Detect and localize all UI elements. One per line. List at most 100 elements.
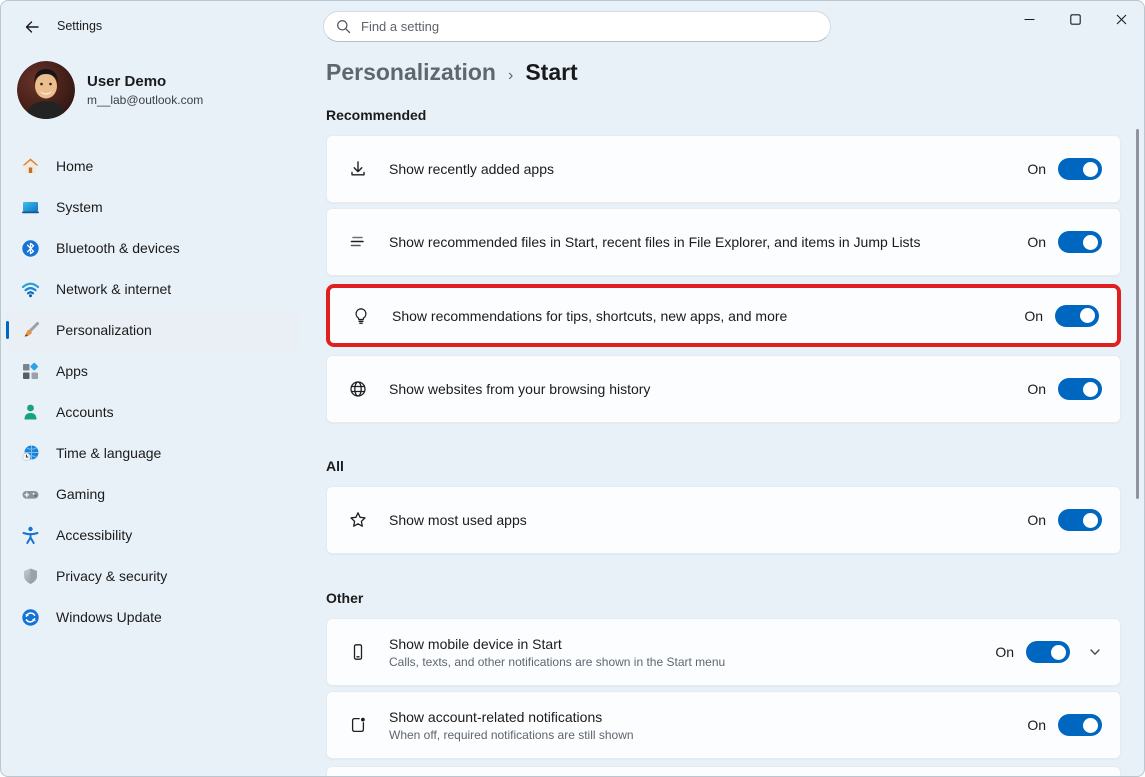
accounts-icon xyxy=(20,402,40,422)
toggle-state-label: On xyxy=(1027,381,1046,397)
back-button[interactable] xyxy=(17,15,47,39)
sidebar-item-label: Windows Update xyxy=(56,609,162,625)
bluetooth-icon xyxy=(20,238,40,258)
setting-row-websites-browsing-history: Show websites from your browsing history… xyxy=(326,355,1121,423)
setting-label: Show recommendations for tips, shortcuts… xyxy=(392,308,787,324)
setting-row-mobile-device: Show mobile device in Start Calls, texts… xyxy=(326,618,1121,686)
user-account-block[interactable]: User Demo m__lab@outlook.com xyxy=(17,61,203,119)
recommended-files-icon xyxy=(327,232,389,252)
apps-icon xyxy=(20,361,40,381)
toggle-state-label: On xyxy=(995,644,1014,660)
page-title: Start xyxy=(525,59,577,86)
setting-row-recommendations-tips: Show recommendations for tips, shortcuts… xyxy=(330,288,1117,343)
user-name: User Demo xyxy=(87,73,203,90)
search-input[interactable] xyxy=(361,19,818,34)
toggle-state-label: On xyxy=(1027,234,1046,250)
toggle-recommended-files[interactable] xyxy=(1058,231,1102,253)
sidebar-item-privacy-security[interactable]: Privacy & security xyxy=(6,556,299,596)
sidebar-item-label: System xyxy=(56,199,103,215)
setting-label: Show recommended files in Start, recent … xyxy=(389,234,920,250)
maximize-button[interactable] xyxy=(1052,1,1098,37)
toggle-knob xyxy=(1083,162,1098,177)
toggle-websites-browsing-history[interactable] xyxy=(1058,378,1102,400)
toggle-most-used-apps[interactable] xyxy=(1058,509,1102,531)
sidebar-item-windows-update[interactable]: Windows Update xyxy=(6,597,299,637)
gaming-icon xyxy=(20,484,40,504)
main-content: Personalization › Start Recommended Show… xyxy=(326,49,1121,777)
sidebar-item-label: Accounts xyxy=(56,404,114,420)
sidebar-item-apps[interactable]: Apps xyxy=(6,351,299,391)
breadcrumb-personalization[interactable]: Personalization xyxy=(326,59,496,86)
sidebar-item-gaming[interactable]: Gaming xyxy=(6,474,299,514)
minimize-icon xyxy=(1024,14,1035,25)
download-icon xyxy=(327,159,389,179)
toggle-knob xyxy=(1083,382,1098,397)
globe-icon xyxy=(327,379,389,399)
sidebar-item-label: Privacy & security xyxy=(56,568,167,584)
setting-row-most-used-apps: Show most used apps On xyxy=(326,486,1121,554)
search-icon xyxy=(336,19,351,34)
sidebar-item-label: Apps xyxy=(56,363,88,379)
privacy-security-icon xyxy=(20,566,40,586)
chevron-down-icon xyxy=(1088,645,1102,659)
setting-row-account-notifications: Show account-related notifications When … xyxy=(326,691,1121,759)
breadcrumb: Personalization › Start xyxy=(326,59,1121,86)
toggle-state-label: On xyxy=(1027,161,1046,177)
toggle-state-label: On xyxy=(1024,308,1043,324)
setting-label: Show recently added apps xyxy=(389,161,554,177)
setting-row-recently-added-apps: Show recently added apps On xyxy=(326,135,1121,203)
toggle-knob xyxy=(1080,308,1095,323)
windows-update-icon xyxy=(20,607,40,627)
setting-sublabel: When off, required notifications are sti… xyxy=(389,728,634,742)
window-controls xyxy=(1006,1,1144,37)
section-title-recommended: Recommended xyxy=(326,107,1121,123)
sidebar-item-label: Network & internet xyxy=(56,281,171,297)
sidebar-item-system[interactable]: System xyxy=(6,187,299,227)
home-icon xyxy=(20,156,40,176)
sidebar-item-accessibility[interactable]: Accessibility xyxy=(6,515,299,555)
expand-button[interactable] xyxy=(1088,645,1102,659)
sidebar-item-bluetooth-devices[interactable]: Bluetooth & devices xyxy=(6,228,299,268)
highlight-annotation-box: Show recommendations for tips, shortcuts… xyxy=(326,284,1121,347)
search-box xyxy=(323,11,831,42)
back-arrow-icon xyxy=(24,19,40,35)
mobile-phone-icon xyxy=(327,642,389,662)
sidebar-item-home[interactable]: Home xyxy=(6,146,299,186)
close-icon xyxy=(1116,14,1127,25)
avatar xyxy=(17,61,75,119)
toggle-recommendations-tips[interactable] xyxy=(1055,305,1099,327)
accessibility-icon xyxy=(20,525,40,545)
toggle-knob xyxy=(1083,235,1098,250)
sidebar-item-label: Time & language xyxy=(56,445,161,461)
setting-label: Show mobile device in Start xyxy=(389,636,725,652)
app-title: Settings xyxy=(57,19,102,33)
network-icon xyxy=(20,279,40,299)
sidebar-item-time-language[interactable]: Time & language xyxy=(6,433,299,473)
toggle-knob xyxy=(1083,513,1098,528)
toggle-knob xyxy=(1051,645,1066,660)
time-language-icon xyxy=(20,443,40,463)
setting-label: Show websites from your browsing history xyxy=(389,381,650,397)
minimize-button[interactable] xyxy=(1006,1,1052,37)
sidebar-item-accounts[interactable]: Accounts xyxy=(6,392,299,432)
setting-label: Show account-related notifications xyxy=(389,709,634,725)
personalization-icon xyxy=(20,320,40,340)
sidebar-item-personalization[interactable]: Personalization xyxy=(6,310,299,350)
sidebar-item-label: Gaming xyxy=(56,486,105,502)
toggle-recently-added-apps[interactable] xyxy=(1058,158,1102,180)
system-icon xyxy=(20,197,40,217)
close-button[interactable] xyxy=(1098,1,1144,37)
scrollbar-thumb[interactable] xyxy=(1136,129,1139,499)
section-title-other: Other xyxy=(326,590,1121,606)
toggle-account-notifications[interactable] xyxy=(1058,714,1102,736)
setting-row-partial xyxy=(326,766,1121,777)
toggle-knob xyxy=(1083,718,1098,733)
setting-row-recommended-files: Show recommended files in Start, recent … xyxy=(326,208,1121,276)
setting-sublabel: Calls, texts, and other notifications ar… xyxy=(389,655,725,669)
sidebar-item-label: Home xyxy=(56,158,93,174)
breadcrumb-separator-icon: › xyxy=(508,67,513,85)
toggle-state-label: On xyxy=(1027,512,1046,528)
toggle-mobile-device[interactable] xyxy=(1026,641,1070,663)
sidebar-item-label: Bluetooth & devices xyxy=(56,240,180,256)
sidebar-item-network-internet[interactable]: Network & internet xyxy=(6,269,299,309)
